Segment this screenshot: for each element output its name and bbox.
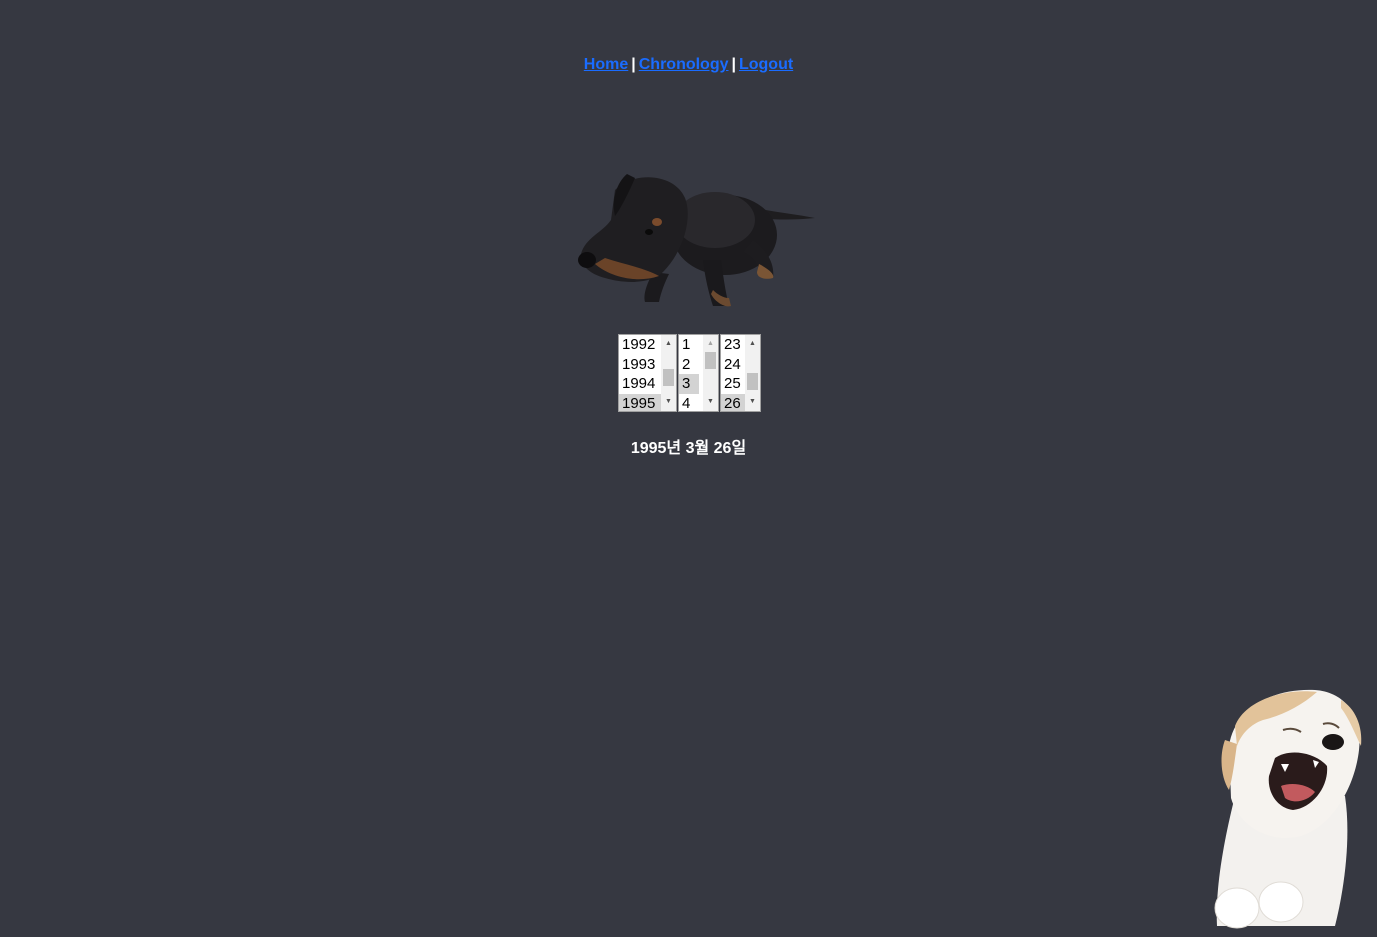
howling-puppy-image <box>1214 689 1362 929</box>
scroll-up-icon[interactable]: ▲ <box>703 337 718 351</box>
nav-chronology-link[interactable]: Chronology <box>639 56 729 73</box>
scroll-thumb[interactable] <box>747 373 758 390</box>
scroll-up-icon[interactable]: ▲ <box>745 337 760 351</box>
month-option-selected[interactable]: 3 <box>679 374 699 394</box>
scroll-thumb[interactable] <box>663 369 674 386</box>
page: Home | Chronology | Logout 1992 1993 199… <box>0 0 1377 937</box>
scroll-up-icon[interactable]: ▲ <box>661 337 676 351</box>
nav-separator: | <box>731 56 736 73</box>
date-selectors: 1992 1993 1994 1995 ▲ ▼ 1 2 3 4 ▲ ▼ 23 2… <box>618 334 761 412</box>
dachshund-puppy-image <box>578 174 815 307</box>
month-scrollbar[interactable]: ▲ ▼ <box>703 335 718 411</box>
scroll-down-icon[interactable]: ▼ <box>703 395 718 409</box>
nav-separator: | <box>631 56 636 73</box>
scroll-down-icon[interactable]: ▼ <box>661 395 676 409</box>
day-scrollbar[interactable]: ▲ ▼ <box>745 335 760 411</box>
year-select[interactable]: 1992 1993 1994 1995 ▲ ▼ <box>618 334 677 412</box>
nav-home-link[interactable]: Home <box>584 56 628 73</box>
nav-logout-link[interactable]: Logout <box>739 56 793 73</box>
selected-date-label: 1995년 3월 26일 <box>630 440 747 457</box>
scroll-down-icon[interactable]: ▼ <box>745 395 760 409</box>
scroll-thumb[interactable] <box>705 352 716 369</box>
day-select[interactable]: 23 24 25 26 ▲ ▼ <box>720 334 761 412</box>
top-nav: Home | Chronology | Logout <box>0 55 1377 75</box>
month-select[interactable]: 1 2 3 4 ▲ ▼ <box>678 334 719 412</box>
year-scrollbar[interactable]: ▲ ▼ <box>661 335 676 411</box>
